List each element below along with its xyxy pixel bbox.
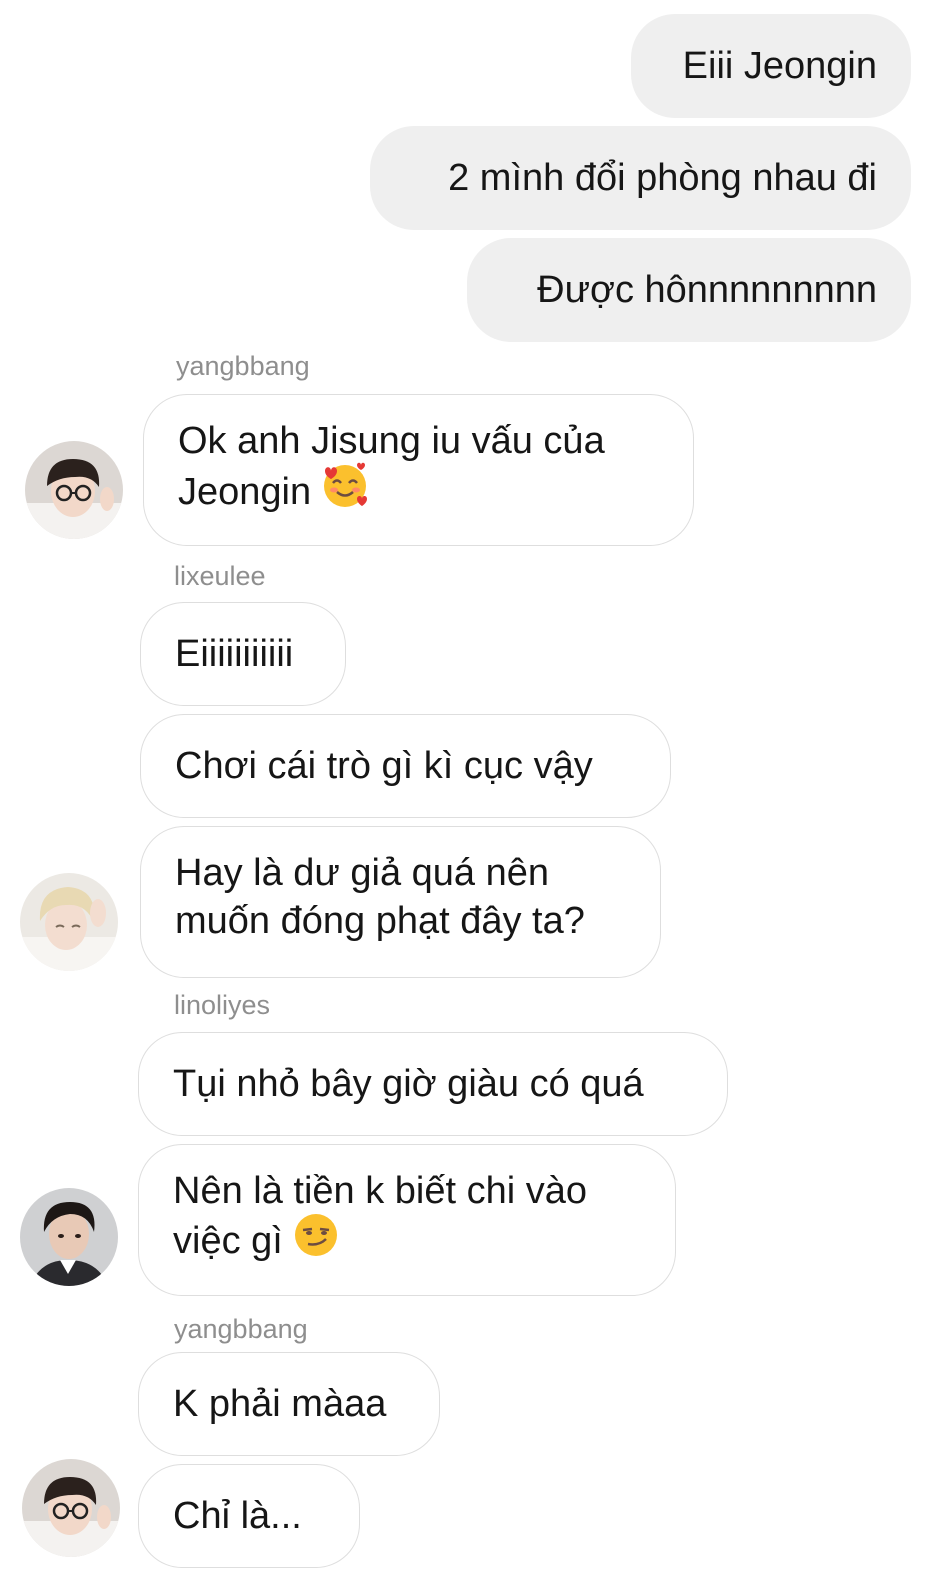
- avatar-photo-dark-hair-glasses-icon: [22, 1459, 120, 1557]
- avatar[interactable]: [25, 441, 123, 539]
- incoming-message[interactable]: Chỉ là...: [138, 1464, 360, 1568]
- incoming-message[interactable]: Chơi cái trò gì kì cục vậy: [140, 714, 671, 818]
- outgoing-message[interactable]: Eiii Jeongin: [631, 14, 911, 118]
- incoming-message[interactable]: Hay là dư giả quá nên muốn đóng phạt đây…: [140, 826, 661, 978]
- avatar-photo-dark-hair-icon: [20, 1188, 118, 1286]
- incoming-message[interactable]: K phải màaa: [138, 1352, 440, 1456]
- avatar-photo-blonde-hair-icon: [20, 873, 118, 971]
- incoming-message[interactable]: Nên là tiền k biết chi vào việc gì: [138, 1144, 676, 1296]
- message-line: việc gì: [173, 1214, 641, 1271]
- incoming-message[interactable]: Eiiiiiiiiiii: [140, 602, 346, 706]
- message-line: Jeongin: [178, 462, 659, 523]
- sender-name: lixeulee: [174, 561, 266, 591]
- message-line: Ok anh Jisung iu vấu của: [178, 420, 605, 462]
- message-line: Hay là dư giả quá nên: [175, 852, 550, 894]
- outgoing-message[interactable]: Được hônnnnnnnnn: [467, 238, 911, 342]
- smiling-face-with-hearts-emoji: [319, 459, 371, 523]
- sender-name: yangbbang: [174, 1314, 308, 1344]
- chat-thread: Eiii Jeongin 2 mình đổi phòng nhau đi Đư…: [0, 0, 939, 1592]
- incoming-message[interactable]: Ok anh Jisung iu vấu của Jeongin: [143, 394, 694, 546]
- avatar[interactable]: [22, 1459, 120, 1557]
- avatar-photo-dark-hair-glasses-icon: [25, 441, 123, 539]
- sender-name: yangbbang: [176, 351, 310, 381]
- avatar[interactable]: [20, 1188, 118, 1286]
- outgoing-message[interactable]: 2 mình đổi phòng nhau đi: [370, 126, 911, 230]
- avatar[interactable]: [20, 873, 118, 971]
- smirking-face-emoji: [291, 1209, 341, 1271]
- message-line: muốn đóng phạt đây ta?: [175, 900, 585, 942]
- message-line: Nên là tiền k biết chi vào: [173, 1170, 588, 1212]
- incoming-message[interactable]: Tụi nhỏ bây giờ giàu có quá: [138, 1032, 728, 1136]
- sender-name: linoliyes: [174, 990, 271, 1020]
